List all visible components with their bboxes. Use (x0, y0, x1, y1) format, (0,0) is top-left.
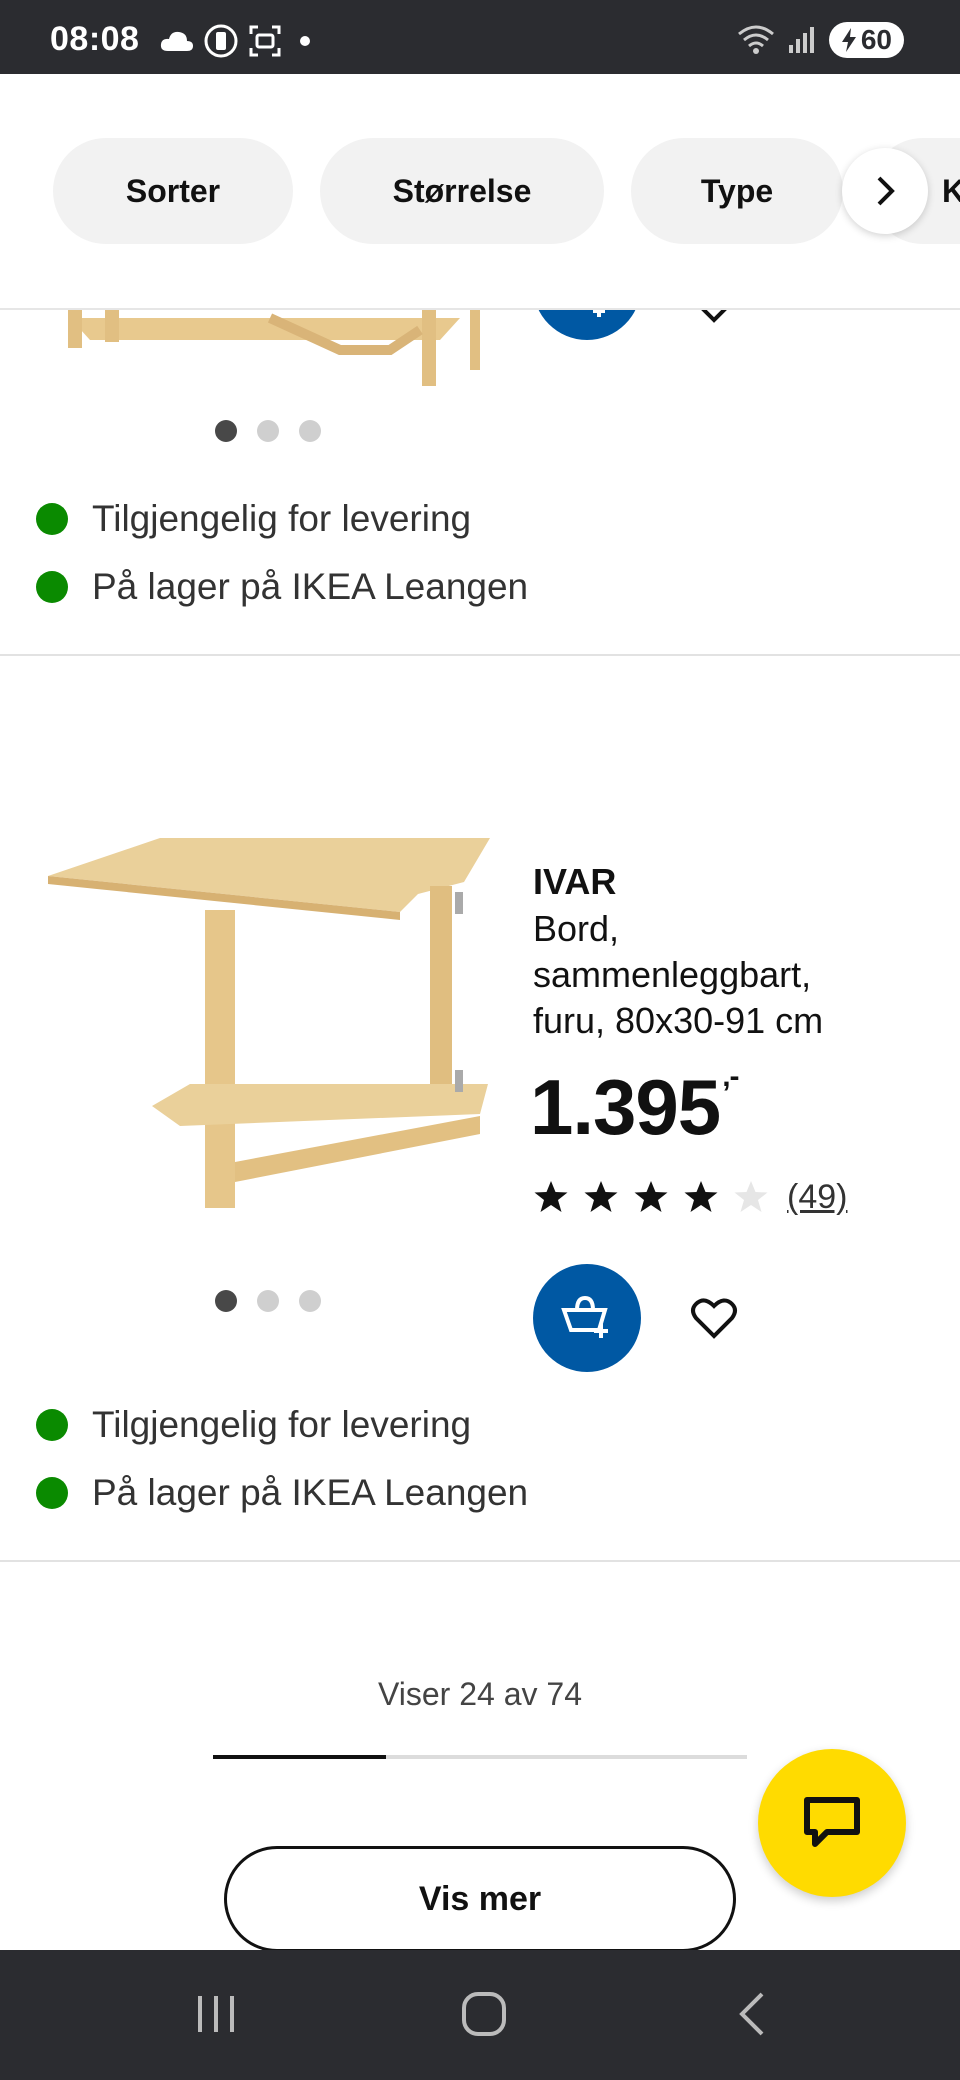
status-time: 08:08 (50, 20, 140, 58)
wifi-icon (737, 25, 774, 54)
filter-sort-button[interactable]: Sorter (53, 138, 293, 244)
in-stock-indicator (36, 1477, 68, 1509)
product-price: 1.395,- (530, 1060, 740, 1153)
availability-store: På lager på IKEA Leangen (36, 1472, 528, 1514)
more-notifications-dot (300, 36, 310, 46)
vibrate-icon (204, 24, 238, 58)
rating-stars[interactable] (533, 1180, 769, 1214)
battery-indicator: 60 (828, 22, 904, 58)
star-filled-icon (584, 1181, 618, 1212)
carousel-dot[interactable] (215, 420, 237, 442)
filter-label: Type (700, 172, 774, 209)
filter-label: Sorter (125, 172, 221, 209)
review-count-link[interactable]: (49) (787, 1178, 847, 1217)
availability-delivery: Tilgjengelig for levering (36, 1404, 471, 1446)
cart-add-icon (561, 1296, 608, 1338)
show-more-label: Vis mer (418, 1879, 542, 1918)
status-bar: 08:08 60 (0, 0, 960, 74)
carousel-dot[interactable] (215, 1290, 237, 1312)
show-more-button[interactable]: Vis mer (224, 1846, 736, 1952)
product-card[interactable]: IVAR Bord, sammenleggbart, furu, 80x30-9… (0, 656, 960, 1562)
product-image[interactable] (60, 300, 480, 386)
in-stock-indicator (36, 1409, 68, 1441)
filter-label: Størrelse (392, 172, 532, 209)
product-image[interactable] (40, 816, 500, 1236)
star-empty-icon (734, 1181, 768, 1212)
chat-icon (804, 1797, 860, 1847)
results-progress-fill (213, 1755, 387, 1759)
system-navigation-bar (0, 1950, 960, 2080)
charging-icon (841, 28, 856, 52)
filter-bar: Sorter Størrelse Type K (0, 74, 960, 310)
results-count: Viser 24 av 74 (378, 1676, 582, 1712)
price-value: 1.395 (530, 1063, 721, 1151)
carousel-dot[interactable] (299, 1290, 321, 1312)
product-description[interactable]: Bord, sammenleggbart, furu, 80x30-91 cm (533, 906, 853, 1044)
notification-icons (160, 24, 310, 58)
star-filled-icon (684, 1181, 718, 1212)
price-suffix: ,- (722, 1060, 739, 1093)
filter-label: K (942, 173, 960, 210)
screenshot-icon (249, 25, 281, 57)
cloud-icon (160, 31, 193, 51)
heart-icon (691, 1298, 737, 1339)
results-progress-bar (213, 1755, 747, 1759)
add-to-cart-button[interactable] (533, 1264, 641, 1372)
add-to-favorites-button[interactable] (686, 1290, 742, 1346)
filter-size-button[interactable]: Størrelse (320, 138, 604, 244)
availability-text: Tilgjengelig for levering (92, 1404, 472, 1445)
scroll-filters-right-button[interactable] (842, 148, 928, 234)
star-filled-icon (634, 1181, 668, 1212)
system-icons: 60 (737, 22, 904, 58)
image-carousel-dots (215, 1290, 321, 1312)
carousel-dot[interactable] (257, 1290, 279, 1312)
availability-text: På lager på IKEA Leangen (92, 1472, 529, 1513)
chevron-right-icon (877, 176, 895, 206)
home-icon (462, 1992, 506, 2036)
filter-type-button[interactable]: Type (631, 138, 843, 244)
star-filled-icon (534, 1181, 568, 1212)
recent-apps-button[interactable] (186, 1984, 246, 2044)
availability-store: På lager på IKEA Leangen (36, 566, 528, 608)
signal-icon (788, 27, 814, 53)
availability-text: På lager på IKEA Leangen (92, 566, 529, 607)
availability-delivery: Tilgjengelig for levering (36, 498, 471, 540)
product-card[interactable]: Tilgjengelig for levering På lager på IK… (0, 262, 960, 656)
back-icon (739, 1992, 764, 2036)
back-button[interactable] (722, 1984, 782, 2044)
recent-apps-icon (198, 1996, 234, 2032)
carousel-dot[interactable] (257, 420, 279, 442)
chat-button[interactable] (758, 1749, 906, 1897)
home-button[interactable] (454, 1984, 514, 2044)
product-name[interactable]: IVAR (533, 861, 616, 903)
carousel-dot[interactable] (299, 420, 321, 442)
in-stock-indicator (36, 503, 68, 535)
availability-text: Tilgjengelig for levering (92, 498, 472, 539)
battery-level: 60 (860, 24, 892, 55)
image-carousel-dots (215, 420, 321, 442)
in-stock-indicator (36, 571, 68, 603)
